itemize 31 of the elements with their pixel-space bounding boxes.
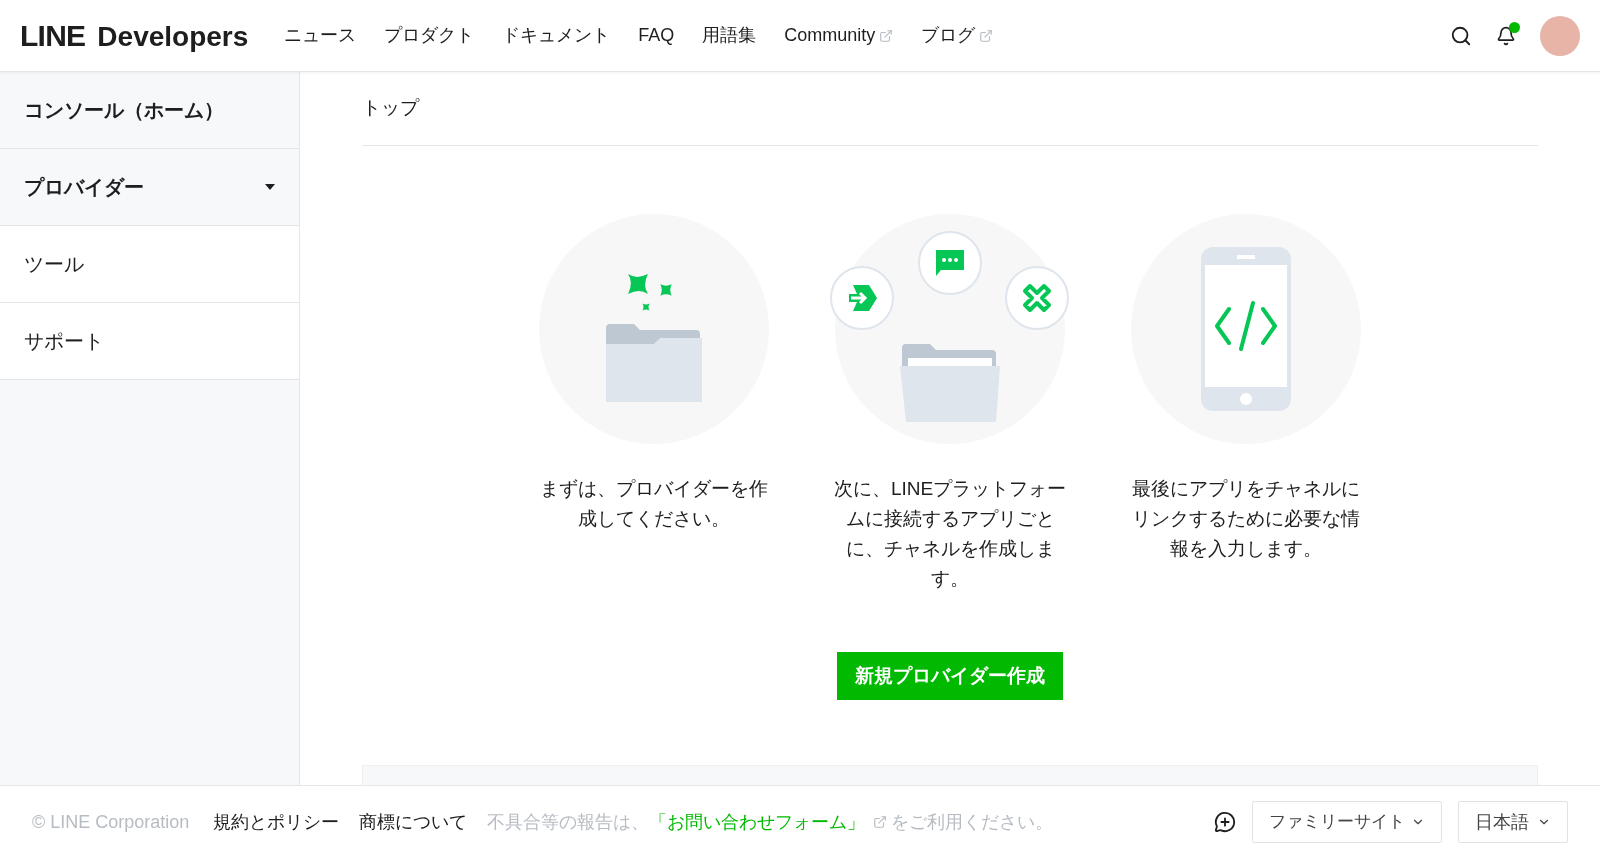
search-icon[interactable] — [1450, 24, 1472, 47]
caret-icon — [265, 184, 275, 190]
nav-link[interactable]: プロダクト — [384, 22, 475, 49]
external-link-icon — [873, 815, 888, 829]
nav-link[interactable]: 用語集 — [702, 22, 757, 49]
nav-link[interactable]: ドキュメント — [502, 22, 611, 49]
nav-link[interactable]: Community — [784, 22, 894, 49]
language-dropdown[interactable]: 日本語 — [1458, 801, 1568, 843]
nav-link[interactable]: FAQ — [638, 22, 675, 49]
external-link-icon — [979, 28, 994, 43]
report-notice: 不具合等の報告は、「お問い合わせフォーム」 をご利用ください。 — [487, 808, 1054, 836]
copyright: © LINE Corporation — [32, 810, 190, 834]
footer-link[interactable]: 規約とポリシー — [213, 808, 340, 836]
step-description: 次に、LINEプラットフォームに接続するアプリごとに、チャネルを作成します。 — [832, 477, 1068, 591]
folder-icon — [900, 344, 1000, 424]
logo-wordmark[interactable]: LINE — [20, 13, 86, 58]
step-description: 最後にアプリをチャネルにリンクするために必要な情報を入力します。 — [1131, 477, 1361, 561]
sidebar-item[interactable]: ツール — [0, 226, 299, 303]
folder-icon — [604, 324, 704, 404]
footer-link[interactable]: 商標について — [359, 808, 468, 836]
logo-subtitle[interactable]: Developers — [97, 16, 249, 58]
sidebar-item[interactable]: サポート — [0, 303, 299, 380]
feedback-icon[interactable] — [1214, 811, 1236, 833]
nav-link[interactable]: ニュース — [284, 22, 357, 49]
bell-icon — [1496, 25, 1516, 46]
phone-code-icon — [1201, 247, 1291, 411]
step-description: まずは、プロバイダーを作成してください。 — [539, 477, 769, 531]
family-site-dropdown[interactable]: ファミリーサイト — [1252, 801, 1442, 843]
external-link-icon — [879, 28, 894, 43]
breadcrumb: トップ — [362, 96, 419, 121]
nav-link[interactable]: ブログ — [921, 22, 994, 49]
